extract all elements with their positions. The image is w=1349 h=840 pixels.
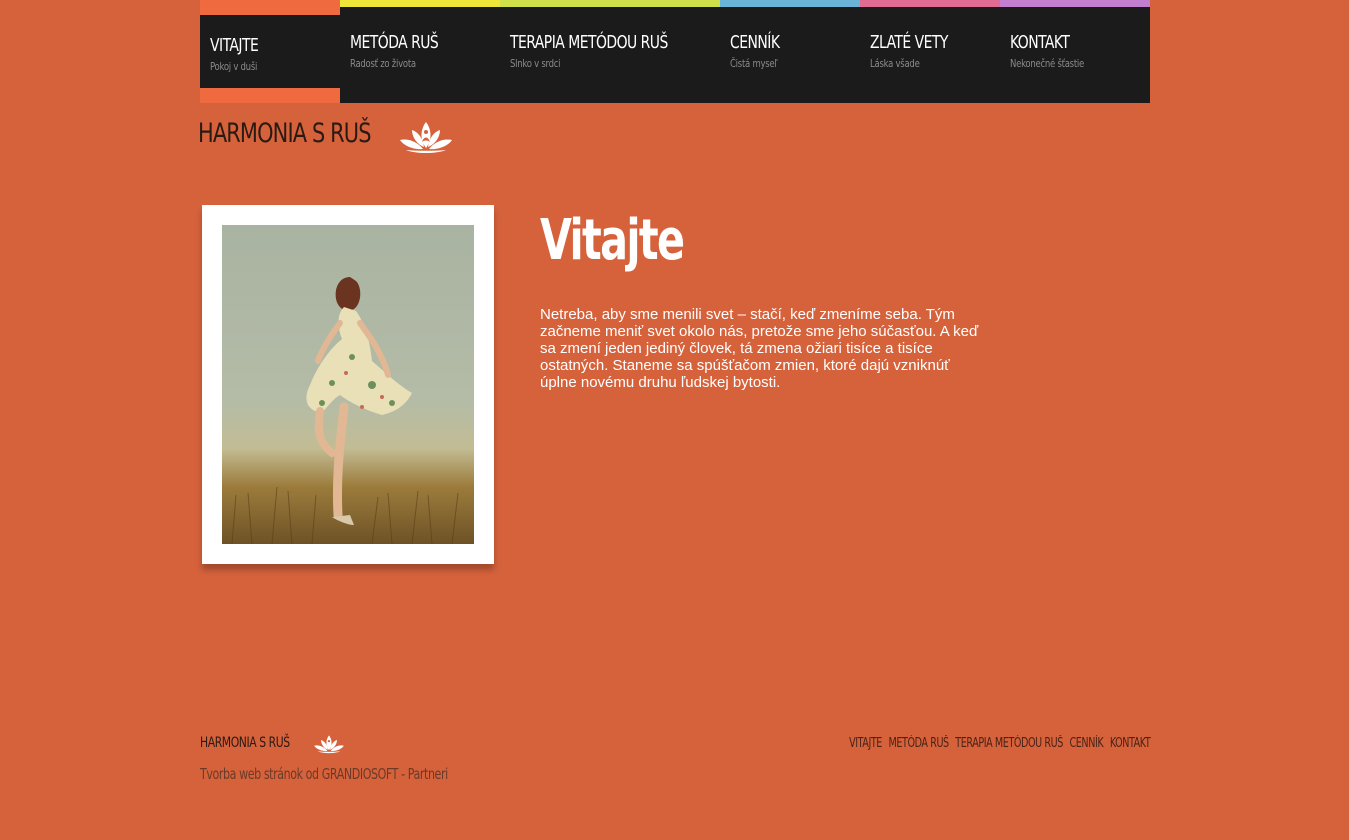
site-logo[interactable]: HARMONIA S RUŠ	[198, 118, 399, 149]
nav-item-vitajte[interactable]: VITAJTE Pokoj v duši	[200, 0, 340, 103]
nav-active-marker	[200, 0, 340, 15]
nav-subtitle: Slnko v srdci	[510, 57, 561, 70]
nav-item-metoda-rus[interactable]: METÓDA RUŠ Radosť zo života	[340, 0, 500, 103]
nav-subtitle: Láska všade	[870, 57, 920, 70]
credit-partners-link[interactable]: Partneri	[408, 765, 448, 783]
page-wrapper: VITAJTE Pokoj v duši METÓDA RUŠ Radosť z…	[198, 0, 1151, 840]
nav-item-cennik[interactable]: CENNÍK Čistá myseľ	[720, 0, 860, 103]
nav-title: VITAJTE	[210, 35, 259, 56]
nav-title: ZLATÉ VETY	[870, 32, 948, 53]
nav-subtitle: Nekonečné šťastie	[1010, 57, 1085, 70]
nav-color-bar	[860, 0, 1000, 7]
nav-title: METÓDA RUŠ	[350, 32, 439, 53]
footer-link-terapia[interactable]: TERAPIA METÓDOU RUŠ	[955, 736, 1063, 751]
nav-color-bar	[1000, 0, 1150, 7]
nav-subtitle: Pokoj v duši	[210, 60, 258, 73]
nav-color-bar	[340, 0, 500, 7]
footer-credit: Tvorba web stránok od GRANDIOSOFT - Part…	[200, 765, 448, 783]
intro-paragraph: Netreba, aby sme menili svet – stačí, ke…	[540, 306, 979, 391]
footer-link-kontakt[interactable]: KONTAKT	[1110, 736, 1151, 751]
footer-link-cennik[interactable]: CENNÍK	[1069, 736, 1103, 751]
nav-subtitle: Čistá myseľ	[730, 57, 778, 70]
nav-item-terapia[interactable]: TERAPIA METÓDOU RUŠ Slnko v srdci	[500, 0, 720, 103]
credit-separator: -	[398, 765, 408, 783]
footer-logo[interactable]: HARMONIA S RUŠ	[200, 735, 304, 751]
woman-dancing-photo	[222, 225, 474, 544]
nav-title: CENNÍK	[730, 32, 780, 53]
photo-frame	[202, 205, 494, 564]
lotus-icon	[314, 735, 344, 754]
main-nav: VITAJTE Pokoj v duši METÓDA RUŠ Radosť z…	[200, 0, 1150, 103]
footer-nav: VITAJTE METÓDA RUŠ TERAPIA METÓDOU RUŠ C…	[775, 736, 1151, 751]
lotus-icon	[400, 122, 452, 153]
footer-link-vitajte[interactable]: VITAJTE	[849, 736, 882, 751]
nav-title: TERAPIA METÓDOU RUŠ	[510, 32, 668, 53]
nav-color-bar	[720, 0, 860, 7]
nav-active-marker-bottom	[200, 88, 340, 103]
nav-item-kontakt[interactable]: KONTAKT Nekonečné šťastie	[1000, 0, 1150, 103]
nav-item-zlate-vety[interactable]: ZLATÉ VETY Láska všade	[860, 0, 1000, 103]
nav-color-bar	[500, 0, 720, 7]
credit-prefix: Tvorba web stránok od	[200, 765, 322, 783]
footer-link-metoda-rus[interactable]: METÓDA RUŠ	[888, 736, 949, 751]
logo-text: HARMONIA S RUŠ	[198, 118, 371, 149]
footer-logo-text: HARMONIA S RUŠ	[200, 735, 290, 751]
nav-title: KONTAKT	[1010, 32, 1070, 53]
credit-company-link[interactable]: GRANDIOSOFT	[322, 765, 399, 783]
page-title: Vitajte	[540, 208, 685, 273]
nav-subtitle: Radosť zo života	[350, 57, 416, 70]
